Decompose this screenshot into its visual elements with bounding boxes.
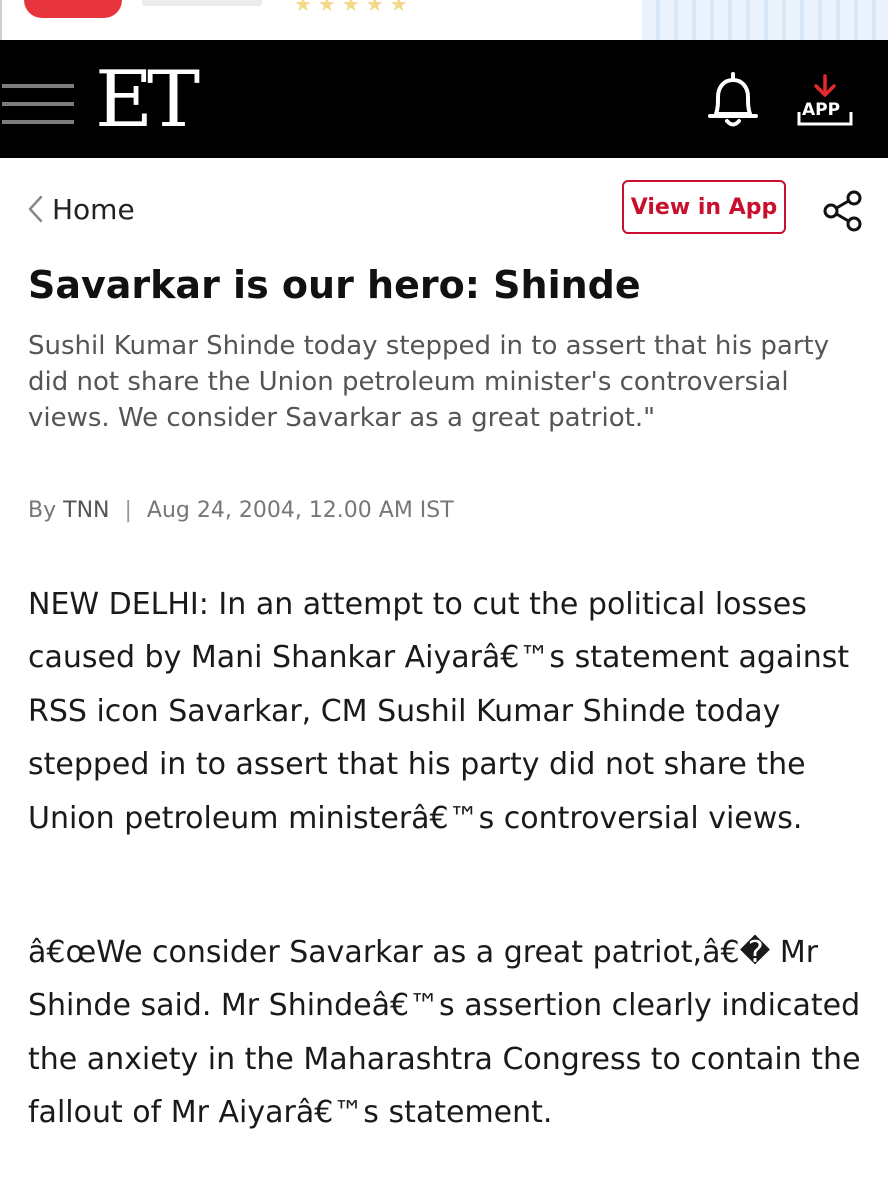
breadcrumb-label: Home	[52, 192, 135, 226]
publish-date: Aug 24, 2004, 12.00 AM IST	[146, 498, 454, 523]
bell-icon[interactable]	[704, 70, 762, 130]
hamburger-menu-icon[interactable]	[2, 84, 74, 124]
promo-image	[642, 0, 888, 40]
download-app-button[interactable]: APP	[796, 74, 854, 128]
view-in-app-button[interactable]: View in App	[622, 180, 786, 234]
promo-button[interactable]	[24, 0, 122, 18]
share-icon[interactable]	[822, 190, 864, 232]
article-summary: Sushil Kumar Shinde today stepped in to …	[28, 331, 830, 433]
top-navigation-bar: ET APP	[0, 40, 888, 158]
article-title: Savarkar is our hero: Shinde	[28, 263, 641, 307]
app-label: APP	[802, 100, 841, 120]
article-byline: By TNN | Aug 24, 2004, 12.00 AM IST	[28, 498, 454, 523]
promo-text	[142, 0, 262, 6]
breadcrumb-home-link[interactable]: Home	[26, 190, 135, 228]
chevron-left-icon	[28, 195, 43, 223]
byline-prefix: By	[28, 498, 57, 523]
rating-stars-icon: ★★★★★	[294, 0, 414, 16]
article-paragraph: â€œWe consider Savarkar as a great patri…	[28, 935, 861, 1131]
promo-banner[interactable]: ★★★★★	[0, 0, 888, 40]
site-logo[interactable]: ET	[95, 60, 200, 140]
article-paragraph: NEW DELHI: In an attempt to cut the poli…	[28, 587, 850, 836]
byline-author[interactable]: TNN	[63, 498, 109, 523]
byline-separator: |	[124, 498, 132, 523]
